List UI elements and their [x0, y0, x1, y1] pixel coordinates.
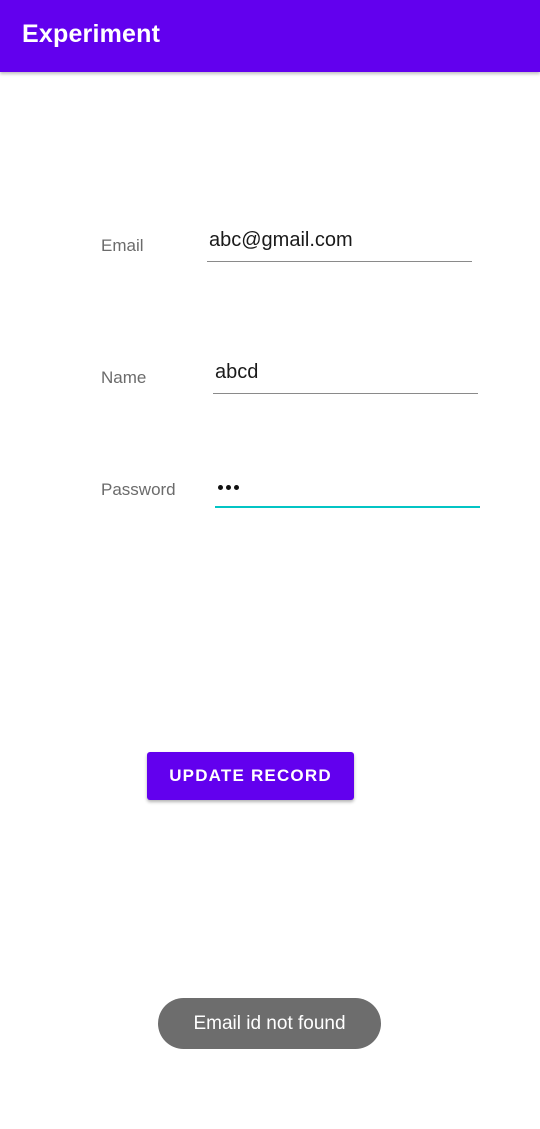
update-record-button[interactable]: UPDATE RECORD — [147, 752, 354, 800]
password-field[interactable] — [215, 472, 480, 508]
password-mask — [218, 485, 239, 490]
password-dot — [234, 485, 239, 490]
toast-text: Email id not found — [193, 1012, 346, 1034]
email-field[interactable]: abc@gmail.com — [207, 227, 472, 262]
name-field[interactable]: abcd — [213, 359, 478, 394]
password-dot — [218, 485, 223, 490]
email-value: abc@gmail.com — [209, 229, 353, 251]
password-label: Password — [101, 480, 176, 499]
name-value: abcd — [215, 361, 259, 383]
email-label: Email — [101, 236, 144, 255]
update-record-button-label: UPDATE RECORD — [169, 766, 332, 785]
app-bar: Experiment — [0, 0, 540, 72]
toast-message: Email id not found — [158, 998, 381, 1049]
password-dot — [226, 485, 231, 490]
name-label: Name — [101, 368, 147, 387]
app-title: Experiment — [22, 20, 161, 48]
